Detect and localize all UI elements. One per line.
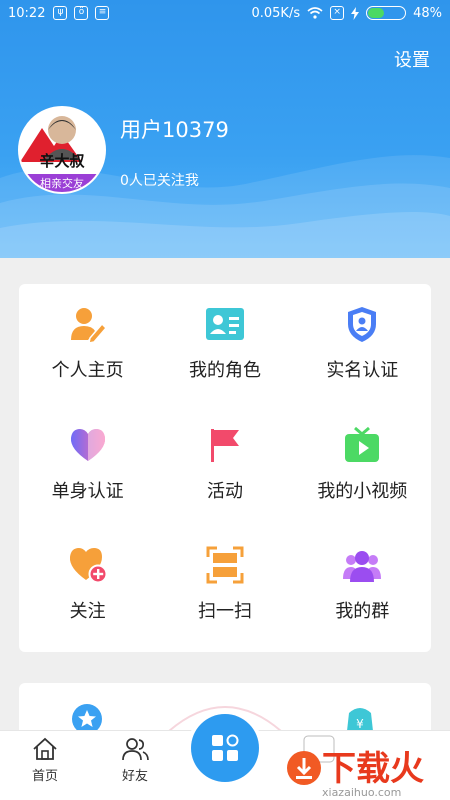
username: 用户10379 [120, 118, 229, 142]
menu-item-real-name[interactable]: 实名认证 [294, 290, 431, 411]
menu-label: 关注 [69, 601, 106, 623]
followers-count: 0人已关注我 [120, 173, 199, 189]
user-edit-icon [70, 308, 107, 344]
menu-item-my-groups[interactable]: 我的群 [294, 531, 431, 652]
menu-label: 扫一扫 [197, 601, 252, 623]
apps-icon [212, 734, 239, 761]
id-card-icon [205, 308, 244, 340]
menu-card: 个人主页 我的角色 实名认证 单身认证 活动 我的小视频 关注 扫一扫 我的群 [19, 284, 431, 652]
menu-item-profile[interactable]: 个人主页 [19, 290, 156, 411]
charging-icon [351, 6, 360, 20]
svg-text:辛大叔: 辛大叔 [39, 152, 85, 170]
usb-icon: ψ [53, 6, 68, 20]
menu-item-my-role[interactable]: 我的角色 [156, 290, 293, 411]
shield-user-icon [348, 307, 377, 342]
notification-icon: ≡ [95, 6, 110, 20]
android-icon: ö [74, 6, 89, 20]
group-icon [343, 551, 382, 583]
svg-text:下载火: 下载火 [322, 749, 424, 789]
menu-label: 实名认证 [326, 360, 399, 381]
battery-icon [366, 6, 407, 20]
center-action-button[interactable] [191, 714, 259, 782]
battery-percent: 48% [413, 5, 442, 21]
menu-label: 我的群 [335, 601, 390, 623]
tab-label: 首页 [31, 769, 58, 784]
wifi-icon [307, 7, 323, 19]
status-bar: 10:22 ψ ö ≡ 0.05K/s × 48% [0, 0, 450, 26]
avatar[interactable]: 辛大叔 相亲交友 [18, 106, 106, 194]
settings-button[interactable]: 设置 [394, 46, 430, 72]
heart-plus-icon [69, 548, 108, 584]
sim-icon: × [330, 6, 345, 20]
menu-item-my-videos[interactable]: 我的小视频 [294, 411, 431, 532]
svg-text:xiazaihuo.com: xiazaihuo.com [322, 786, 401, 799]
menu-item-activity[interactable]: 活动 [156, 411, 293, 532]
svg-text:¥: ¥ [356, 717, 364, 731]
svg-text:相亲交友: 相亲交友 [40, 176, 84, 190]
friends-icon [122, 738, 149, 761]
tab-friends[interactable]: 好友 [105, 737, 165, 784]
watermark-logo: 下载火 xiazaihuo.com [284, 734, 450, 800]
flag-icon [210, 428, 239, 462]
menu-label: 个人主页 [51, 360, 124, 381]
tab-label: 好友 [121, 769, 148, 784]
menu-item-follow[interactable]: 关注 [19, 531, 156, 652]
menu-label: 我的角色 [188, 360, 261, 381]
net-speed: 0.05K/s [251, 5, 301, 21]
scan-icon [206, 546, 244, 584]
menu-item-single-cert[interactable]: 单身认证 [19, 411, 156, 532]
menu-label: 我的小视频 [317, 480, 408, 502]
tv-play-icon [345, 426, 380, 462]
status-time: 10:22 [8, 5, 46, 21]
menu-label: 活动 [206, 480, 243, 502]
menu-label: 单身认证 [51, 480, 124, 502]
home-icon [33, 737, 57, 760]
tab-home[interactable]: 首页 [15, 737, 75, 784]
heart-icon [70, 428, 105, 461]
menu-item-scan[interactable]: 扫一扫 [156, 531, 293, 652]
